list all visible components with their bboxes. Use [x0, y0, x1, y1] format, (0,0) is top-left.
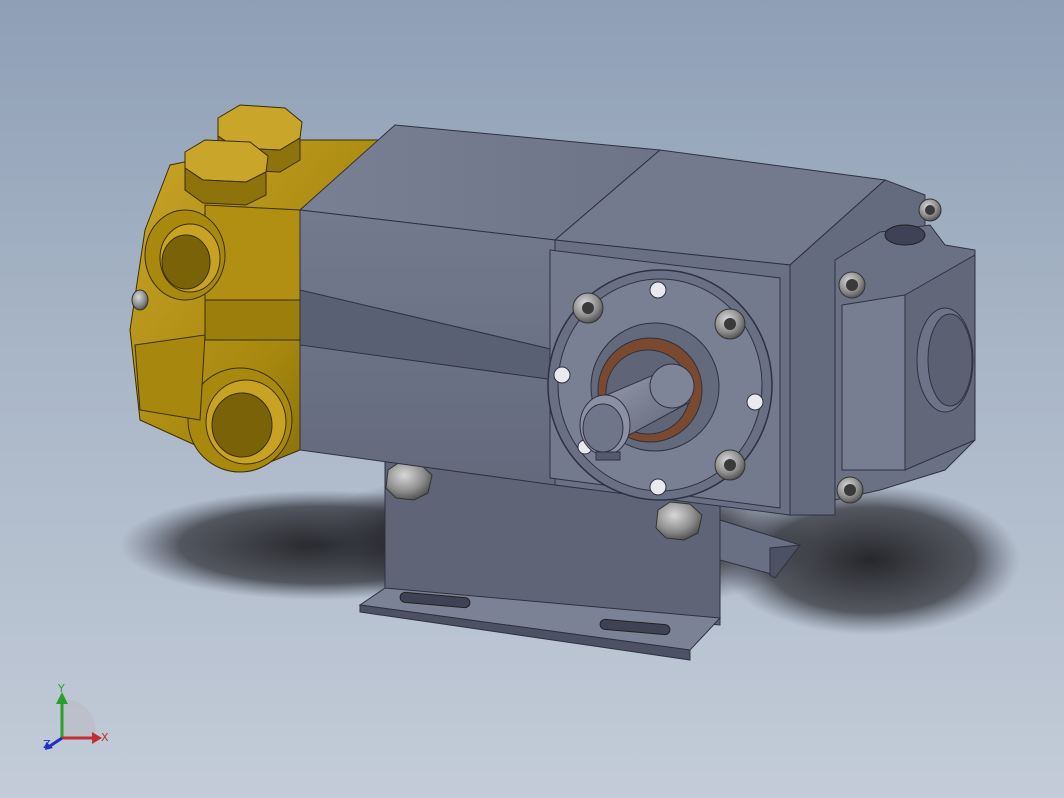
end-cap[interactable] — [834, 224, 976, 501]
graphics-viewport[interactable]: Y X Z — [0, 0, 1064, 798]
hex-plug[interactable] — [184, 139, 269, 206]
model-view[interactable]: Y X Z — [0, 0, 1064, 798]
triad-x-label: X — [101, 731, 109, 744]
flange-screw[interactable] — [714, 308, 746, 340]
mount-hole — [884, 224, 926, 246]
flange-hole — [553, 366, 571, 384]
flange-hole — [649, 281, 667, 299]
flange-hole — [746, 393, 764, 411]
triad-y-label: Y — [57, 682, 65, 695]
coordinate-triad: Y X Z — [43, 682, 109, 751]
flange-screw[interactable] — [572, 292, 604, 324]
flange-hole — [649, 478, 667, 496]
flange-screw[interactable] — [714, 449, 746, 481]
cap-screw[interactable] — [918, 198, 942, 222]
cap-screw[interactable] — [838, 271, 866, 299]
triad-z-label: Z — [43, 738, 51, 751]
shaft-keyway — [595, 451, 621, 461]
cap-screw[interactable] — [836, 476, 864, 504]
small-screw — [131, 289, 149, 311]
z-axis-icon — [49, 736, 63, 748]
